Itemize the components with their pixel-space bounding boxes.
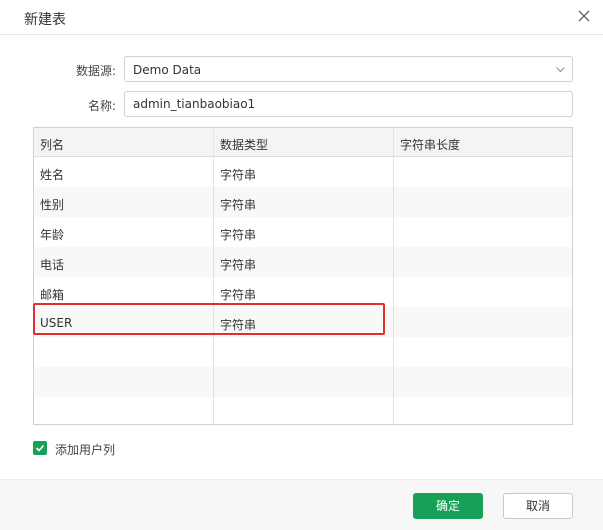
confirm-button[interactable]: 确定 [413, 493, 483, 519]
name-label: 名称: [87, 99, 116, 113]
cell-data-type[interactable]: 字符串 [220, 196, 256, 213]
column-divider[interactable] [393, 128, 394, 424]
close-icon[interactable] [577, 9, 591, 23]
add-user-column-label[interactable]: 添加用户列 [55, 441, 115, 458]
dialog-title: 新建表 [24, 12, 66, 28]
empty-row[interactable] [34, 397, 572, 424]
cell-column-name[interactable]: 年龄 [40, 226, 64, 243]
cell-column-name[interactable]: USER [40, 316, 72, 330]
table-row[interactable]: 电话 字符串 [34, 247, 572, 277]
cell-column-name[interactable]: 电话 [40, 256, 64, 273]
dialog-title-bar: 新建表 [0, 0, 603, 35]
cell-data-type[interactable]: 字符串 [220, 316, 256, 333]
cell-data-type[interactable]: 字符串 [220, 256, 256, 273]
datasource-select[interactable]: Demo Data [124, 56, 573, 82]
new-table-dialog: 新建表 数据源: Demo Data 名称: 列名 数据类型 字符串长度 姓名 … [0, 0, 603, 530]
cell-column-name[interactable]: 姓名 [40, 166, 64, 183]
column-grid: 列名 数据类型 字符串长度 姓名 字符串 性别 字符串 年龄 字符串 电话 字符… [33, 127, 573, 425]
name-row: 名称: [0, 91, 603, 117]
datasource-value: Demo Data [133, 63, 202, 77]
column-divider[interactable] [213, 128, 214, 424]
cell-data-type[interactable]: 字符串 [220, 286, 256, 303]
cell-column-name[interactable]: 邮箱 [40, 286, 64, 303]
table-row[interactable]: 年龄 字符串 [34, 217, 572, 247]
header-data-type: 数据类型 [220, 138, 269, 152]
table-name-input[interactable] [125, 92, 572, 116]
datasource-row: 数据源: Demo Data [0, 56, 603, 82]
grid-header: 列名 数据类型 字符串长度 [34, 128, 572, 157]
table-row[interactable]: 姓名 字符串 [34, 157, 572, 187]
header-column-name: 列名 [40, 138, 65, 152]
dialog-footer: 确定 取消 [0, 479, 603, 530]
table-row[interactable]: 性别 字符串 [34, 187, 572, 217]
chevron-down-icon [556, 67, 565, 73]
table-row[interactable]: 邮箱 字符串 [34, 277, 572, 307]
add-user-column-checkbox[interactable] [33, 441, 47, 455]
check-icon [35, 444, 45, 452]
datasource-label: 数据源: [75, 64, 116, 78]
empty-row[interactable] [34, 367, 572, 397]
empty-row[interactable] [34, 337, 572, 367]
header-string-length: 字符串长度 [400, 138, 461, 152]
cancel-button[interactable]: 取消 [503, 493, 573, 519]
cell-data-type[interactable]: 字符串 [220, 226, 256, 243]
name-field-box [124, 91, 573, 117]
cell-data-type[interactable]: 字符串 [220, 166, 256, 183]
table-row[interactable]: USER 字符串 [34, 307, 572, 337]
cell-column-name[interactable]: 性别 [40, 196, 64, 213]
